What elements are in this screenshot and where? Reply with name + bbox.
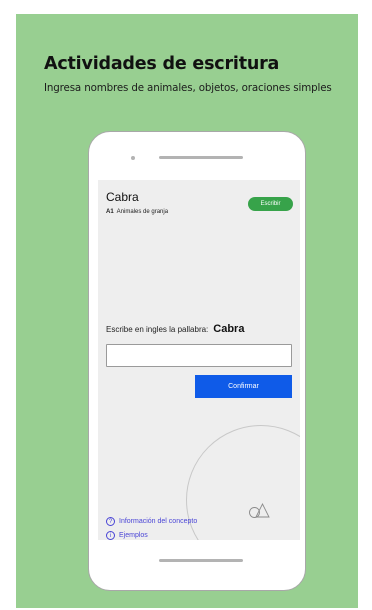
confirm-button[interactable]: Confirmar <box>195 375 292 398</box>
answer-input[interactable] <box>106 344 292 367</box>
app-screen: Cabra A1 Animales de granja Escribir Escr… <box>98 180 300 540</box>
home-indicator <box>159 559 243 562</box>
concept-info-link[interactable]: ? Información del concepto <box>106 517 197 526</box>
info-icon: i <box>106 531 115 540</box>
phone-mockup: Cabra A1 Animales de granja Escribir Escr… <box>88 131 306 591</box>
concept-info-label: Información del concepto <box>119 518 198 525</box>
prompt-word: Cabra <box>213 323 245 335</box>
promo-panel: Actividades de escritura Ingresa nombres… <box>16 14 358 608</box>
promo-subtitle: Ingresa nombres de animales, objetos, or… <box>44 82 332 94</box>
camera-dot <box>131 156 135 160</box>
promo-title: Actividades de escritura <box>44 54 280 74</box>
question-icon: ? <box>106 517 115 526</box>
speaker-bar <box>159 156 243 159</box>
level-badge: A1 <box>106 209 114 215</box>
examples-link[interactable]: i Ejemplos <box>106 531 148 540</box>
concept-title: Cabra <box>106 190 139 204</box>
decorative-circle <box>186 425 300 540</box>
prompt-row: Escribe en ingles la pallabra: Cabra <box>106 323 244 335</box>
prompt-text: Escribe en ingles la pallabra: <box>106 325 209 334</box>
shapes-icon <box>249 502 270 518</box>
examples-label: Ejemplos <box>119 532 148 539</box>
write-button[interactable]: Escribir <box>248 197 293 211</box>
concept-meta: A1 Animales de granja <box>106 209 168 215</box>
category-label: Animales de granja <box>116 209 169 215</box>
